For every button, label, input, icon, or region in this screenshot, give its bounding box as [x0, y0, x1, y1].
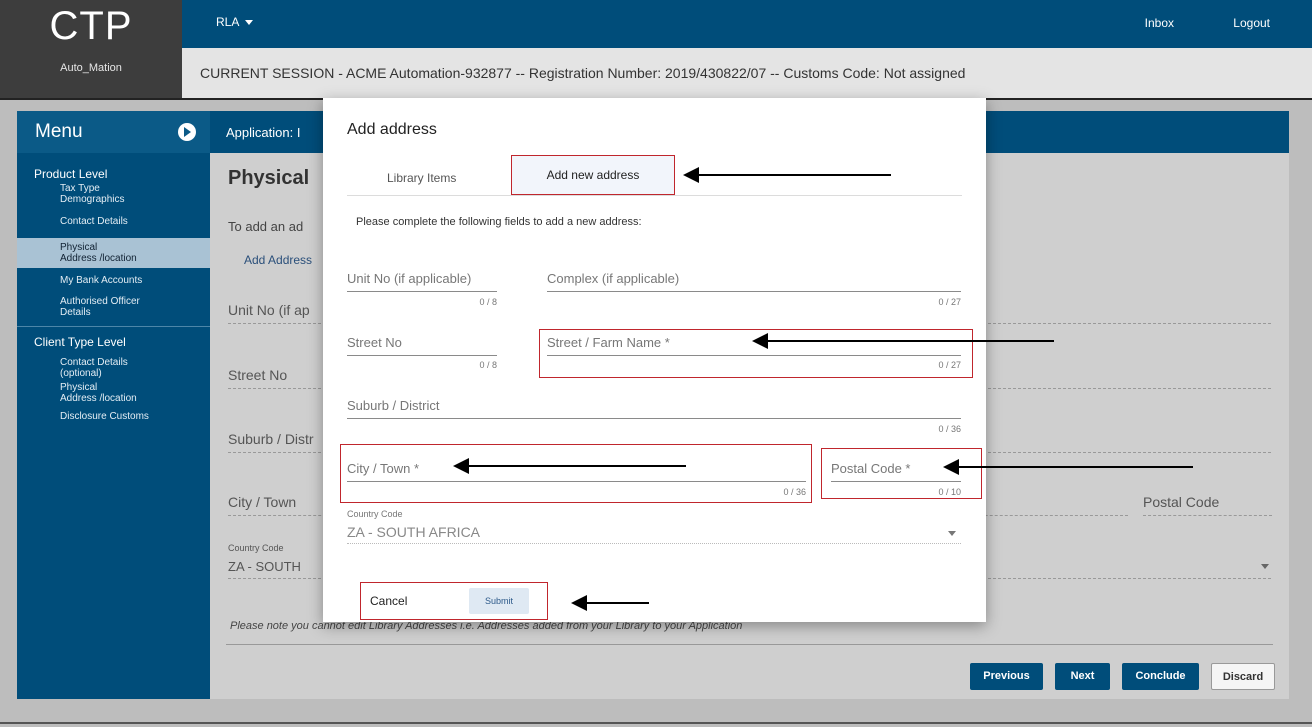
arrow-left-icon [752, 333, 768, 349]
complex-counter: 0 / 27 [938, 297, 961, 307]
suburb-counter: 0 / 36 [938, 424, 961, 434]
caret-down-icon [1261, 564, 1269, 569]
logout-link[interactable]: Logout [1233, 16, 1270, 30]
highlight-city [340, 444, 812, 503]
menu-divider [17, 326, 210, 327]
add-instruction: To add an ad [228, 219, 304, 234]
unit-no-counter: 0 / 8 [479, 297, 497, 307]
previous-button[interactable]: Previous [970, 663, 1043, 690]
caret-down-icon [948, 531, 956, 536]
menu-item-label: Contact Details [60, 216, 128, 227]
menu-item-label: My Bank Accounts [60, 275, 143, 286]
discard-button[interactable]: Discard [1211, 663, 1275, 690]
annotation-arrow [683, 167, 891, 183]
inbox-link[interactable]: Inbox [1145, 16, 1174, 30]
annotation-arrow [943, 459, 1193, 475]
product-level-heading: Product Level [34, 167, 108, 181]
bg-country-label: Country Code [228, 543, 284, 553]
unit-no-field[interactable]: Unit No (if applicable) [347, 271, 497, 292]
menu-item-label: Tax Type [60, 183, 100, 194]
tab-divider [347, 195, 962, 196]
conclude-button[interactable]: Conclude [1122, 663, 1199, 690]
menu-title: Menu [35, 121, 83, 142]
street-no-field[interactable]: Street No [347, 335, 497, 356]
menu-item-label: Demographics [60, 194, 125, 205]
arrow-left-icon [571, 595, 587, 611]
page-title: Physical [228, 167, 310, 189]
menu-item-label: Address /location [60, 393, 137, 404]
menu-item-label: Authorised Officer [60, 296, 140, 307]
rla-label: RLA [216, 15, 240, 29]
menu-header: Menu [17, 111, 210, 153]
user-name: Auto_Mation [60, 62, 122, 74]
session-bar: CURRENT SESSION - ACME Automation-932877… [182, 48, 1312, 98]
dialog-title: Add address [347, 121, 437, 138]
suburb-field[interactable]: Suburb / District [347, 398, 961, 419]
menu-item-label: Disclosure Customs [60, 411, 149, 422]
menu-item-authorised-officer[interactable]: Authorised Officer Details [17, 290, 210, 320]
complex-field[interactable]: Complex (if applicable) [547, 271, 961, 292]
form-instruction: Please complete the following fields to … [356, 216, 642, 228]
menu-item-label: Physical [60, 242, 98, 253]
note-divider [226, 644, 1273, 645]
tab-library-items[interactable]: Library Items [387, 171, 456, 185]
annotation-arrow [453, 458, 686, 474]
menu-item-client-physical[interactable]: Physical Address /location [17, 379, 210, 407]
menu-item-contact-details[interactable]: Contact Details [17, 213, 210, 238]
country-code-label: Country Code [347, 509, 403, 519]
arrow-left-icon [683, 167, 699, 183]
add-address-link[interactable]: Add Address [244, 253, 312, 267]
next-button[interactable]: Next [1055, 663, 1110, 690]
tab-add-new-address[interactable]: Add new address [511, 155, 675, 195]
client-level-heading: Client Type Level [34, 335, 126, 349]
menu-item-client-contact[interactable]: Contact Details (optional) [17, 355, 210, 379]
menu-item-label: Contact Details [60, 357, 128, 368]
menu-item-label: Physical [60, 382, 98, 393]
brand-panel: CTP Auto_Mation [0, 0, 182, 98]
street-no-counter: 0 / 8 [479, 360, 497, 370]
menu-item-label: Details [60, 307, 91, 318]
side-menu: Menu Product Level Tax Type Demographics… [17, 111, 210, 699]
highlight-buttons [360, 582, 548, 620]
app-logo: CTP [49, 4, 133, 48]
top-bar: RLA Inbox Logout [182, 0, 1312, 48]
arrow-right-circle-icon[interactable] [178, 123, 196, 141]
annotation-arrow [752, 333, 1054, 349]
rla-dropdown[interactable]: RLA [216, 15, 254, 29]
annotation-arrow [571, 595, 649, 611]
menu-item-label: Address /location [60, 253, 137, 264]
arrow-left-icon [943, 459, 959, 475]
bottom-divider [0, 722, 1312, 724]
arrow-left-icon [453, 458, 469, 474]
menu-item-tax-type[interactable]: Tax Type Demographics [17, 183, 210, 213]
bg-postal-field[interactable]: Postal Code [1143, 494, 1272, 516]
caret-down-icon [245, 20, 254, 26]
menu-item-bank-accounts[interactable]: My Bank Accounts [17, 268, 210, 290]
country-code-select[interactable]: ZA - SOUTH AFRICA [347, 524, 961, 544]
menu-item-physical-address[interactable]: Physical Address /location [17, 238, 210, 268]
menu-item-label: (optional) [60, 368, 102, 379]
menu-item-disclosure-customs[interactable]: Disclosure Customs [17, 407, 210, 427]
